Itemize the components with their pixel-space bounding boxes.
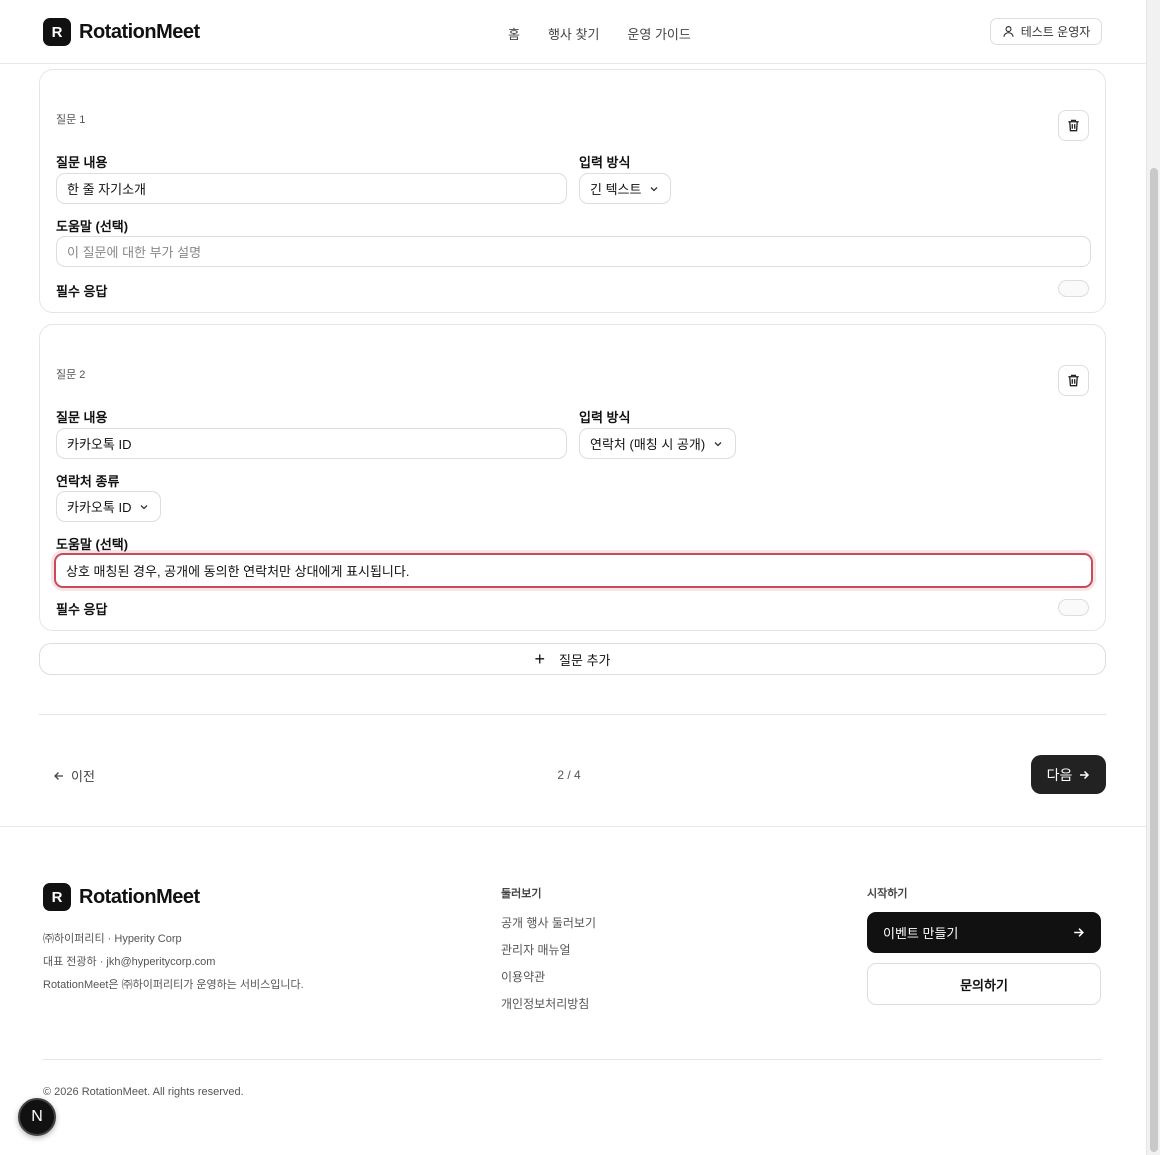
add-question-label: 질문 추가 bbox=[559, 652, 611, 668]
trash-icon bbox=[1068, 374, 1079, 387]
divider bbox=[39, 714, 1106, 715]
question-content-input[interactable]: 한 줄 자기소개 bbox=[56, 173, 567, 204]
dev-tools-badge[interactable]: N bbox=[18, 1098, 56, 1136]
next-button[interactable]: 다음 bbox=[1031, 755, 1106, 794]
help-label: 도움말 (선택) bbox=[56, 537, 129, 552]
nav-guide[interactable]: 운영 가이드 bbox=[627, 24, 690, 43]
scrollbar-thumb[interactable] bbox=[1150, 168, 1158, 1152]
service-info: RotationMeet은 ㈜하이퍼리티가 운영하는 서비스입니다. bbox=[43, 979, 304, 991]
footer-divider bbox=[43, 1059, 1102, 1060]
footer-logo[interactable]: R RotationMeet bbox=[43, 883, 200, 911]
site-footer: R RotationMeet ㈜하이퍼리티 · Hyperity Corp 대표… bbox=[0, 826, 1146, 1155]
required-label: 필수 응답 bbox=[56, 602, 108, 617]
add-question-button[interactable]: + 질문 추가 bbox=[39, 643, 1106, 675]
required-toggle[interactable] bbox=[1058, 599, 1089, 616]
contact-type-label: 연락처 종류 bbox=[56, 474, 120, 489]
create-event-label: 이벤트 만들기 bbox=[883, 926, 959, 941]
create-event-button[interactable]: 이벤트 만들기 bbox=[867, 912, 1101, 953]
input-type-select[interactable]: 긴 텍스트 bbox=[579, 173, 671, 204]
brand-name: RotationMeet bbox=[79, 20, 200, 43]
delete-question-button[interactable] bbox=[1058, 365, 1089, 396]
help-input[interactable]: 이 질문에 대한 부가 설명 bbox=[56, 236, 1091, 267]
logo[interactable]: R RotationMeet bbox=[43, 18, 200, 46]
user-name: 테스트 운영자 bbox=[1020, 25, 1091, 39]
delete-question-button[interactable] bbox=[1058, 110, 1089, 141]
page: R RotationMeet 홈 행사 찾기 운영 가이드 테스트 운영자 질문… bbox=[0, 0, 1146, 1155]
required-label: 필수 응답 bbox=[56, 284, 108, 299]
contact-type-select[interactable]: 카카오톡 ID bbox=[56, 491, 161, 522]
question-content-input[interactable]: 카카오톡 ID bbox=[56, 428, 567, 459]
trash-icon bbox=[1068, 119, 1079, 132]
help-input[interactable]: 상호 매칭된 경우, 공개에 동의한 연락처만 상대에게 표시됩니다. bbox=[54, 553, 1093, 588]
contact-button[interactable]: 문의하기 bbox=[867, 963, 1101, 1005]
start-title: 시작하기 bbox=[867, 888, 908, 900]
required-toggle[interactable] bbox=[1058, 280, 1089, 297]
copyright: © 2026 RotationMeet. All rights reserved… bbox=[43, 1086, 244, 1098]
plus-icon: + bbox=[534, 649, 546, 669]
input-type-value: 긴 텍스트 bbox=[590, 182, 642, 197]
question-card-1: 질문 1 질문 내용 한 줄 자기소개 입력 방식 긴 텍스트 도움말 (선택)… bbox=[39, 69, 1106, 313]
footer-link-admin-manual[interactable]: 관리자 매뉴얼 bbox=[501, 941, 571, 958]
footer-link-privacy[interactable]: 개인정보처리방침 bbox=[501, 995, 589, 1012]
nav-home[interactable]: 홈 bbox=[508, 24, 520, 43]
input-type-value: 연락처 (매칭 시 공개) bbox=[590, 437, 706, 452]
scrollbar[interactable] bbox=[1146, 0, 1160, 1155]
prev-button[interactable]: 이전 bbox=[53, 766, 95, 785]
chevron-down-icon bbox=[714, 441, 722, 446]
logo-mark: R bbox=[43, 18, 71, 46]
footer-link-terms[interactable]: 이용약관 bbox=[501, 968, 545, 985]
prev-label: 이전 bbox=[71, 769, 95, 784]
nav-find-events[interactable]: 행사 찾기 bbox=[548, 24, 599, 43]
question-number: 질문 2 bbox=[56, 369, 86, 381]
browse-title: 둘러보기 bbox=[501, 888, 542, 900]
arrow-right-icon bbox=[1074, 928, 1084, 937]
content-label: 질문 내용 bbox=[56, 410, 108, 425]
arrow-left-icon bbox=[54, 771, 63, 780]
company-info: ㈜하이퍼리티 · Hyperity Corp bbox=[43, 933, 182, 945]
logo-mark: R bbox=[43, 883, 71, 911]
next-label: 다음 bbox=[1046, 766, 1073, 783]
user-menu-button[interactable]: 테스트 운영자 bbox=[990, 18, 1102, 45]
content-label: 질문 내용 bbox=[56, 155, 108, 170]
type-label: 입력 방식 bbox=[579, 410, 631, 425]
step-indicator: 2 / 4 bbox=[557, 768, 581, 782]
chevron-down-icon bbox=[140, 504, 148, 509]
type-label: 입력 방식 bbox=[579, 155, 631, 170]
footer-link-public-events[interactable]: 공개 행사 둘러보기 bbox=[501, 914, 596, 931]
question-number: 질문 1 bbox=[56, 114, 86, 126]
representative-info: 대표 전광하 · jkh@hyperitycorp.com bbox=[43, 956, 216, 968]
help-label: 도움말 (선택) bbox=[56, 219, 129, 234]
input-type-select[interactable]: 연락처 (매칭 시 공개) bbox=[579, 428, 736, 459]
user-icon bbox=[1003, 26, 1014, 37]
arrow-right-icon bbox=[1080, 770, 1090, 779]
main-nav: 홈 행사 찾기 운영 가이드 bbox=[508, 24, 691, 43]
brand-name: RotationMeet bbox=[79, 885, 200, 908]
question-card-2: 질문 2 질문 내용 카카오톡 ID 입력 방식 연락처 (매칭 시 공개) 연… bbox=[39, 324, 1106, 631]
chevron-down-icon bbox=[650, 186, 658, 191]
contact-type-value: 카카오톡 ID bbox=[67, 500, 132, 515]
site-header: R RotationMeet 홈 행사 찾기 운영 가이드 테스트 운영자 bbox=[0, 0, 1146, 64]
